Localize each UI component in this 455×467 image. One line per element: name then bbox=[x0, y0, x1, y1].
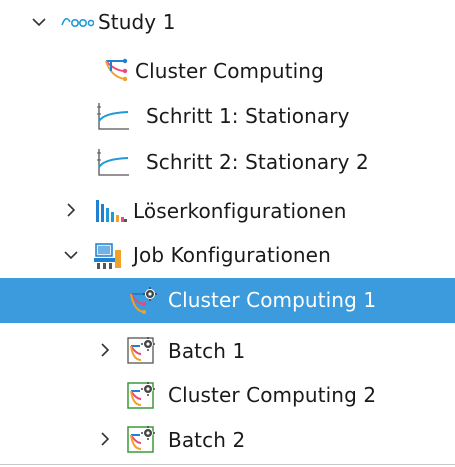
tree-node-label: Cluster Computing 2 bbox=[168, 383, 377, 407]
tree-node-study-1[interactable]: Study 1 bbox=[0, 0, 455, 45]
tree-node-loeserkonfigurationen[interactable]: Löserkonfigurationen bbox=[0, 188, 455, 233]
tree-node-label: Schritt 1: Stationary bbox=[146, 104, 350, 128]
batch-icon bbox=[127, 335, 157, 365]
model-tree: Study 1 Cluster Computing Schritt 1: Sta… bbox=[0, 0, 455, 467]
tree-node-label: Cluster Computing 1 bbox=[168, 288, 377, 312]
tree-node-label: Cluster Computing bbox=[135, 59, 324, 83]
tree-node-label: Study 1 bbox=[98, 10, 176, 34]
job-configurations-icon bbox=[93, 242, 123, 270]
cluster-job-icon bbox=[128, 286, 158, 316]
stationary-step-icon bbox=[96, 147, 132, 177]
batch-icon bbox=[127, 424, 157, 454]
tree-node-label: Batch 1 bbox=[168, 339, 246, 363]
tree-node-label: Batch 2 bbox=[168, 428, 246, 452]
chevron-right-icon[interactable] bbox=[97, 431, 113, 447]
tree-node-job-konfigurationen[interactable]: Job Konfigurationen bbox=[0, 233, 455, 278]
tree-node-batch-2[interactable]: Batch 2 bbox=[0, 417, 455, 462]
tree-node-label: Job Konfigurationen bbox=[133, 243, 331, 267]
cluster-computing-icon bbox=[103, 57, 129, 83]
solver-configurations-icon bbox=[94, 198, 128, 224]
tree-node-label: Löserkonfigurationen bbox=[133, 199, 347, 223]
cluster-job-icon bbox=[127, 380, 157, 410]
chevron-right-icon[interactable] bbox=[63, 202, 79, 218]
study-icon bbox=[60, 12, 94, 32]
chevron-down-icon[interactable] bbox=[31, 14, 47, 30]
tree-node-cluster-computing-1[interactable]: Cluster Computing 1 bbox=[0, 278, 455, 323]
tree-node-schritt-2[interactable]: Schritt 2: Stationary 2 bbox=[0, 138, 455, 183]
tree-node-label: Schritt 2: Stationary 2 bbox=[146, 150, 369, 174]
tree-node-schritt-1[interactable]: Schritt 1: Stationary bbox=[0, 92, 455, 137]
chevron-right-icon[interactable] bbox=[97, 342, 113, 358]
tree-node-batch-1[interactable]: Batch 1 bbox=[0, 328, 455, 373]
chevron-down-icon[interactable] bbox=[63, 247, 79, 263]
tree-node-cluster-computing-2[interactable]: Cluster Computing 2 bbox=[0, 372, 455, 417]
tree-node-cluster-computing[interactable]: Cluster Computing bbox=[0, 47, 455, 92]
panel-bottom-border bbox=[0, 464, 455, 465]
stationary-step-icon bbox=[96, 101, 132, 131]
